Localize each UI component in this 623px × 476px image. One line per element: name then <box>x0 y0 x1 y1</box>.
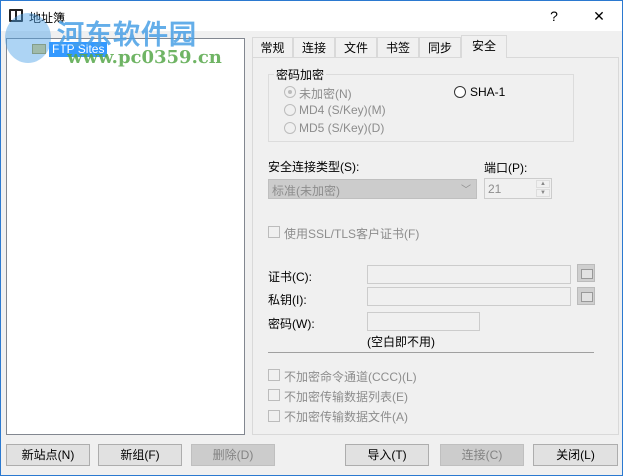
password-encryption-label: 密码加密 <box>274 66 327 83</box>
radio-md5[interactable] <box>284 122 296 134</box>
file-checkbox[interactable] <box>268 410 280 422</box>
conn-type-select[interactable]: 标准(未加密) ﹀ <box>268 179 477 199</box>
key-label: 私钥(I): <box>268 293 307 307</box>
radio-sha1-label: SHA-1 <box>470 85 506 99</box>
radio-md4[interactable] <box>284 104 296 116</box>
conn-type-value: 标准(未加密) <box>272 184 340 198</box>
browse-cert-folder-icon[interactable] <box>577 264 595 282</box>
spin-up-icon[interactable]: ▲ <box>536 180 550 188</box>
conn-type-label: 安全连接类型(S): <box>268 160 360 174</box>
new-group-button[interactable]: 新组(F) <box>98 444 182 466</box>
tab-security[interactable]: 安全 <box>461 35 507 58</box>
connect-button[interactable]: 连接(C) <box>440 444 524 466</box>
port-spinner[interactable]: 21 ▲ ▼ <box>484 178 552 199</box>
list-checkbox[interactable] <box>268 389 280 401</box>
new-site-button[interactable]: 新站点(N) <box>6 444 90 466</box>
chevron-down-icon: ﹀ <box>461 185 471 196</box>
ccc-checkbox[interactable] <box>268 369 280 381</box>
radio-md4-label: MD4 (S/Key)(M) <box>299 103 386 117</box>
radio-none[interactable] <box>284 86 296 98</box>
help-button[interactable]: ? <box>531 1 577 31</box>
ssl-cert-label: 使用SSL/TLS客户证书(F) <box>284 227 420 241</box>
radio-none-label: 未加密(N) <box>299 87 352 101</box>
watermark-url: www.pc0359.cn <box>67 47 222 68</box>
spin-down-icon[interactable]: ▼ <box>536 189 550 197</box>
list-label: 不加密传输数据列表(E) <box>284 390 408 404</box>
password-input[interactable] <box>367 312 480 331</box>
tab-sync[interactable]: 同步 <box>419 37 461 58</box>
password-label: 密码(W): <box>268 317 315 331</box>
tab-general[interactable]: 常规 <box>252 37 293 58</box>
close-dialog-button[interactable]: 关闭(L) <box>533 444 618 466</box>
browse-key-folder-icon[interactable] <box>577 287 595 305</box>
cert-label: 证书(C): <box>268 270 312 284</box>
password-hint: (空白即不用) <box>367 335 435 349</box>
radio-sha1[interactable] <box>454 86 466 98</box>
tab-bookmarks[interactable]: 书签 <box>377 37 419 58</box>
divider <box>268 352 594 353</box>
radio-md5-label: MD5 (S/Key)(D) <box>299 121 385 135</box>
key-input[interactable] <box>367 287 571 306</box>
ssl-cert-checkbox[interactable] <box>268 226 280 238</box>
port-label: 端口(P): <box>484 161 528 175</box>
tab-connection[interactable]: 连接 <box>293 37 335 58</box>
close-button[interactable]: ✕ <box>576 1 622 31</box>
cert-input[interactable] <box>367 265 571 284</box>
ccc-label: 不加密命令通道(CCC)(L) <box>284 370 417 384</box>
tab-files[interactable]: 文件 <box>335 37 377 58</box>
file-label: 不加密传输数据文件(A) <box>284 410 408 424</box>
delete-button[interactable]: 删除(D) <box>191 444 275 466</box>
port-value: 21 <box>488 182 502 196</box>
watermark-logo <box>5 13 51 63</box>
import-button[interactable]: 导入(T) <box>345 444 429 466</box>
site-tree[interactable]: FTP Sites <box>6 38 245 435</box>
